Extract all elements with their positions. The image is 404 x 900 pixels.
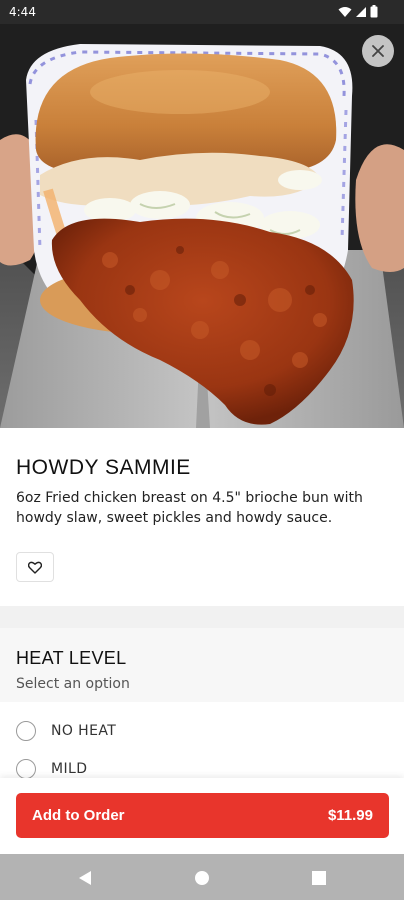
item-info: HOWDY SAMMIE 6oz Fried chicken breast on…	[0, 428, 404, 606]
nav-recents-button[interactable]	[308, 867, 330, 889]
home-icon	[195, 871, 209, 885]
option-mild[interactable]: MILD	[0, 750, 404, 778]
option-label: NO HEAT	[51, 723, 117, 739]
add-to-order-button[interactable]: Add to Order $11.99	[16, 793, 389, 838]
add-to-order-label: Add to Order	[32, 807, 125, 824]
section-divider	[0, 606, 404, 628]
heat-level-title: HEAT LEVEL	[16, 648, 127, 668]
recents-icon	[312, 871, 326, 885]
battery-icon	[370, 5, 378, 18]
order-price: $11.99	[327, 807, 373, 824]
nav-back-button[interactable]	[74, 867, 96, 889]
item-title: HOWDY SAMMIE	[16, 456, 191, 479]
nav-home-button[interactable]	[191, 867, 213, 889]
status-icons	[338, 5, 378, 18]
wifi-icon	[338, 6, 352, 17]
heat-level-header: HEAT LEVEL Select an option	[0, 628, 404, 702]
sandwich-photo	[0, 0, 404, 428]
menu-item-screen: 4:44 HOWDY SAMMIE 6oz Fried chicken brea…	[0, 0, 404, 900]
heat-level-subtitle: Select an option	[16, 676, 130, 692]
status-bar: 4:44	[0, 0, 404, 24]
order-bar: Add to Order $11.99	[0, 778, 404, 854]
hero-image: 4:44	[0, 0, 404, 428]
option-label: MILD	[51, 761, 88, 777]
radio-button[interactable]	[16, 721, 36, 741]
status-time: 4:44	[9, 5, 36, 19]
heart-outline-icon	[28, 561, 42, 574]
system-nav-bar	[0, 854, 404, 900]
radio-button[interactable]	[16, 759, 36, 778]
back-icon	[79, 871, 91, 885]
heat-level-options: NO HEAT MILD	[0, 702, 404, 778]
signal-icon	[356, 6, 366, 17]
item-description: 6oz Fried chicken breast on 4.5" brioche…	[16, 490, 363, 526]
option-no-heat[interactable]: NO HEAT	[0, 712, 404, 750]
close-button[interactable]	[362, 35, 394, 67]
close-icon	[372, 45, 384, 57]
favorite-button[interactable]	[16, 552, 54, 582]
